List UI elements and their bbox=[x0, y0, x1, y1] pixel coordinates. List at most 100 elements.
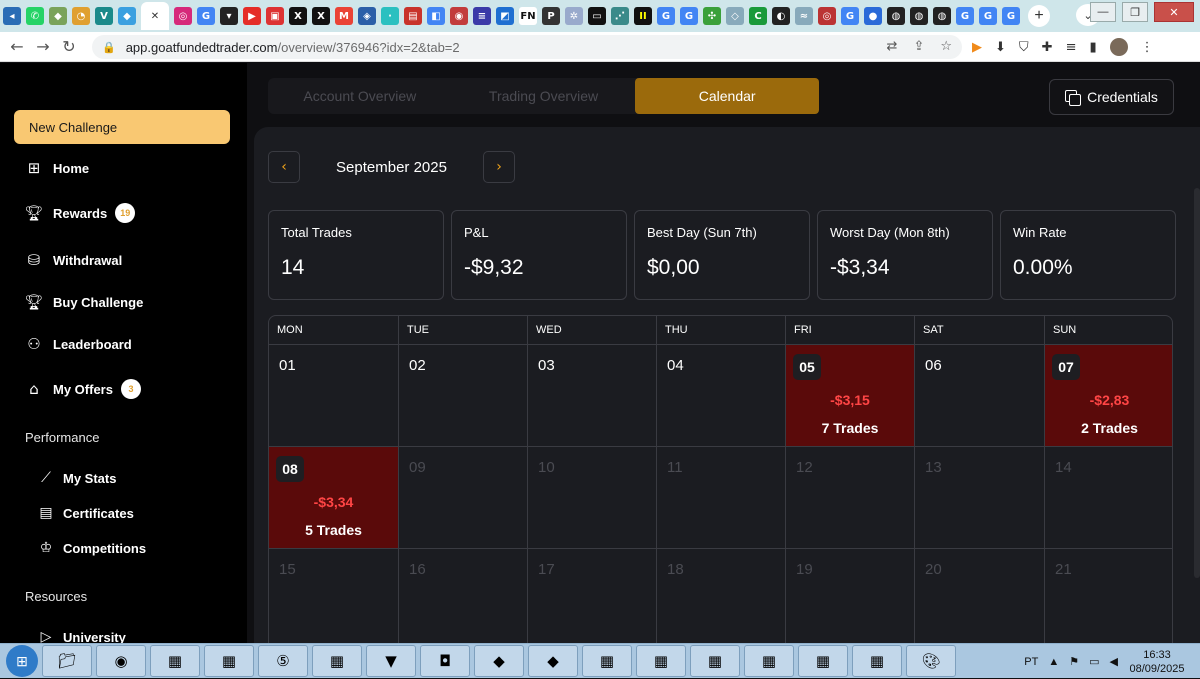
pinned-tab-icon[interactable]: ◉ bbox=[450, 7, 468, 25]
sidebar-item-withdrawal[interactable]: ⛁ Withdrawal bbox=[24, 251, 123, 269]
trading-app-icon[interactable]: ▦ bbox=[582, 645, 632, 677]
trading-app-icon[interactable]: ⑤ bbox=[258, 645, 308, 677]
back-icon[interactable]: ← bbox=[4, 37, 30, 56]
chrome-icon[interactable]: ◉ bbox=[96, 645, 146, 677]
sidebar-item-certificates[interactable]: ▤ Certificates bbox=[36, 505, 133, 521]
trading-app-icon[interactable]: ▦ bbox=[636, 645, 686, 677]
calendar-day-cell[interactable]: 10 bbox=[528, 447, 657, 549]
pinned-tab-icon[interactable]: ▾ bbox=[220, 7, 238, 25]
extension-download-icon[interactable]: ⬇ bbox=[995, 40, 1006, 55]
calendar-day-cell[interactable]: 08 -$3,34 5 Trades bbox=[269, 447, 399, 549]
pinned-tab-icon[interactable]: ◇ bbox=[726, 7, 744, 25]
pinned-tab-icon[interactable]: P bbox=[542, 7, 560, 25]
new-tab-button[interactable]: + bbox=[1028, 5, 1050, 27]
pinned-tab-icon[interactable]: ◧ bbox=[427, 7, 445, 25]
pinned-tab-icon[interactable]: ▤ bbox=[404, 7, 422, 25]
pinned-tab-icon[interactable]: ◐ bbox=[772, 7, 790, 25]
clock[interactable]: 16:33 08/09/2025 bbox=[1128, 648, 1186, 676]
page-scrollbar[interactable] bbox=[1194, 188, 1200, 578]
pinned-tab-icon[interactable]: ◎ bbox=[818, 7, 836, 25]
network-icon[interactable]: ▭ bbox=[1089, 655, 1099, 668]
google-tab-icon[interactable]: G bbox=[956, 7, 974, 25]
new-challenge-button[interactable]: New Challenge bbox=[14, 110, 230, 144]
pinned-tab-icon[interactable]: ▭ bbox=[588, 7, 606, 25]
google-tab-icon[interactable]: G bbox=[1002, 7, 1020, 25]
pinned-tab-icon[interactable]: ⋰ bbox=[611, 7, 629, 25]
credentials-button[interactable]: Credentials bbox=[1049, 79, 1174, 115]
google-tab-icon[interactable]: G bbox=[197, 7, 215, 25]
reload-icon[interactable]: ↻ bbox=[56, 37, 82, 56]
share-icon[interactable]: ⇪ bbox=[913, 39, 924, 54]
calendar-day-cell[interactable]: 05 -$3,15 7 Trades bbox=[786, 345, 915, 447]
sidebar-item-my-stats[interactable]: ⟋ My Stats bbox=[36, 470, 116, 486]
app-icon[interactable]: ◆ bbox=[528, 645, 578, 677]
google-tab-icon[interactable]: G bbox=[657, 7, 675, 25]
github-tab-icon[interactable]: ◍ bbox=[933, 7, 951, 25]
minimize-button[interactable]: — bbox=[1090, 2, 1116, 22]
pinned-tab-icon[interactable]: · bbox=[381, 7, 399, 25]
calendar-day-cell[interactable]: 07 -$2,83 2 Trades bbox=[1045, 345, 1172, 447]
previous-month-button[interactable]: ‹ bbox=[268, 151, 300, 183]
x-tab-icon[interactable]: X bbox=[312, 7, 330, 25]
trading-app-icon[interactable]: ▦ bbox=[690, 645, 740, 677]
trading-app-icon[interactable]: ▦ bbox=[150, 645, 200, 677]
pinned-tab-icon[interactable]: ◈ bbox=[358, 7, 376, 25]
translate-icon[interactable]: ⇄ bbox=[887, 39, 898, 54]
trading-app-icon[interactable]: ▦ bbox=[852, 645, 902, 677]
lock-icon[interactable]: 🔒 bbox=[102, 41, 116, 54]
pinned-tab-icon[interactable]: ✣ bbox=[703, 7, 721, 25]
gmail-tab-icon[interactable]: M bbox=[335, 7, 353, 25]
x-tab-icon[interactable]: X bbox=[289, 7, 307, 25]
side-panel-icon[interactable]: ▮ bbox=[1089, 40, 1096, 55]
youtube-tab-icon[interactable]: ▶ bbox=[243, 7, 261, 25]
file-explorer-icon[interactable]: 📁︎ bbox=[42, 645, 92, 677]
forward-icon[interactable]: → bbox=[30, 37, 56, 56]
google-tab-icon[interactable]: G bbox=[979, 7, 997, 25]
extensions-puzzle-icon[interactable]: ✚ bbox=[1042, 40, 1053, 55]
calendar-day-cell[interactable]: 06 bbox=[915, 345, 1045, 447]
sidebar-item-rewards[interactable]: 🏆︎ Rewards 19 bbox=[24, 203, 136, 223]
pinned-tab-icon[interactable]: ◂ bbox=[3, 7, 21, 25]
pinned-tab-icon[interactable]: ◩ bbox=[496, 7, 514, 25]
calendar-day-cell[interactable]: 09 bbox=[399, 447, 528, 549]
app-icon[interactable]: ◘ bbox=[420, 645, 470, 677]
pinned-tab-icon[interactable]: FN bbox=[519, 7, 537, 25]
github-tab-icon[interactable]: ◍ bbox=[910, 7, 928, 25]
google-tab-icon[interactable]: G bbox=[841, 7, 859, 25]
instagram-tab-icon[interactable]: ◎ bbox=[174, 7, 192, 25]
volume-icon[interactable]: ◀ bbox=[1110, 655, 1118, 668]
sidebar-item-my-offers[interactable]: ⌂ My Offers 3 bbox=[24, 379, 141, 399]
extension-shield-icon[interactable]: ⛉ bbox=[1019, 40, 1029, 55]
calendar-day-cell[interactable]: 21 bbox=[1045, 549, 1172, 651]
calendar-day-cell[interactable]: 18 bbox=[657, 549, 786, 651]
tab-trading-overview[interactable]: Trading Overview bbox=[452, 78, 636, 114]
reading-list-icon[interactable]: ≡ bbox=[1066, 40, 1077, 55]
pinned-tab-icon[interactable]: V bbox=[95, 7, 113, 25]
pinned-tab-icon[interactable]: II bbox=[634, 7, 652, 25]
browser-menu-icon[interactable]: ⋮ bbox=[1141, 40, 1154, 55]
trading-app-icon[interactable]: ▦ bbox=[312, 645, 362, 677]
pinned-tab-icon[interactable]: ◔ bbox=[72, 7, 90, 25]
calendar-day-cell[interactable]: 12 bbox=[786, 447, 915, 549]
pinned-tab-icon[interactable]: ◆ bbox=[49, 7, 67, 25]
calendar-day-cell[interactable]: 02 bbox=[399, 345, 528, 447]
flag-icon[interactable]: ⚑ bbox=[1069, 655, 1079, 668]
bookmark-star-icon[interactable]: ☆ bbox=[940, 39, 952, 54]
calendar-day-cell[interactable]: 14 bbox=[1045, 447, 1172, 549]
trading-app-icon[interactable]: ▦ bbox=[204, 645, 254, 677]
profile-avatar[interactable] bbox=[1109, 38, 1128, 56]
restore-button[interactable]: ❐ bbox=[1122, 2, 1148, 22]
pinned-tab-icon[interactable]: ≡ bbox=[473, 7, 491, 25]
language-indicator[interactable]: PT bbox=[1024, 656, 1038, 668]
sidebar-item-home[interactable]: ⊞ Home bbox=[24, 159, 89, 177]
calendar-day-cell[interactable]: 20 bbox=[915, 549, 1045, 651]
calendar-day-cell[interactable]: 17 bbox=[528, 549, 657, 651]
extension-play-icon[interactable]: ▶ bbox=[972, 40, 982, 55]
pinned-tab-icon[interactable]: ● bbox=[864, 7, 882, 25]
trading-app-icon[interactable]: ▦ bbox=[798, 645, 848, 677]
calendar-day-cell[interactable]: 15 bbox=[269, 549, 399, 651]
tab-account-overview[interactable]: Account Overview bbox=[268, 78, 452, 114]
sidebar-item-leaderboard[interactable]: ⚇ Leaderboard bbox=[24, 335, 131, 353]
close-window-button[interactable]: ✕ bbox=[1154, 2, 1194, 22]
address-bar[interactable]: 🔒 app.goatfundedtrader.com /overview/376… bbox=[92, 35, 962, 59]
